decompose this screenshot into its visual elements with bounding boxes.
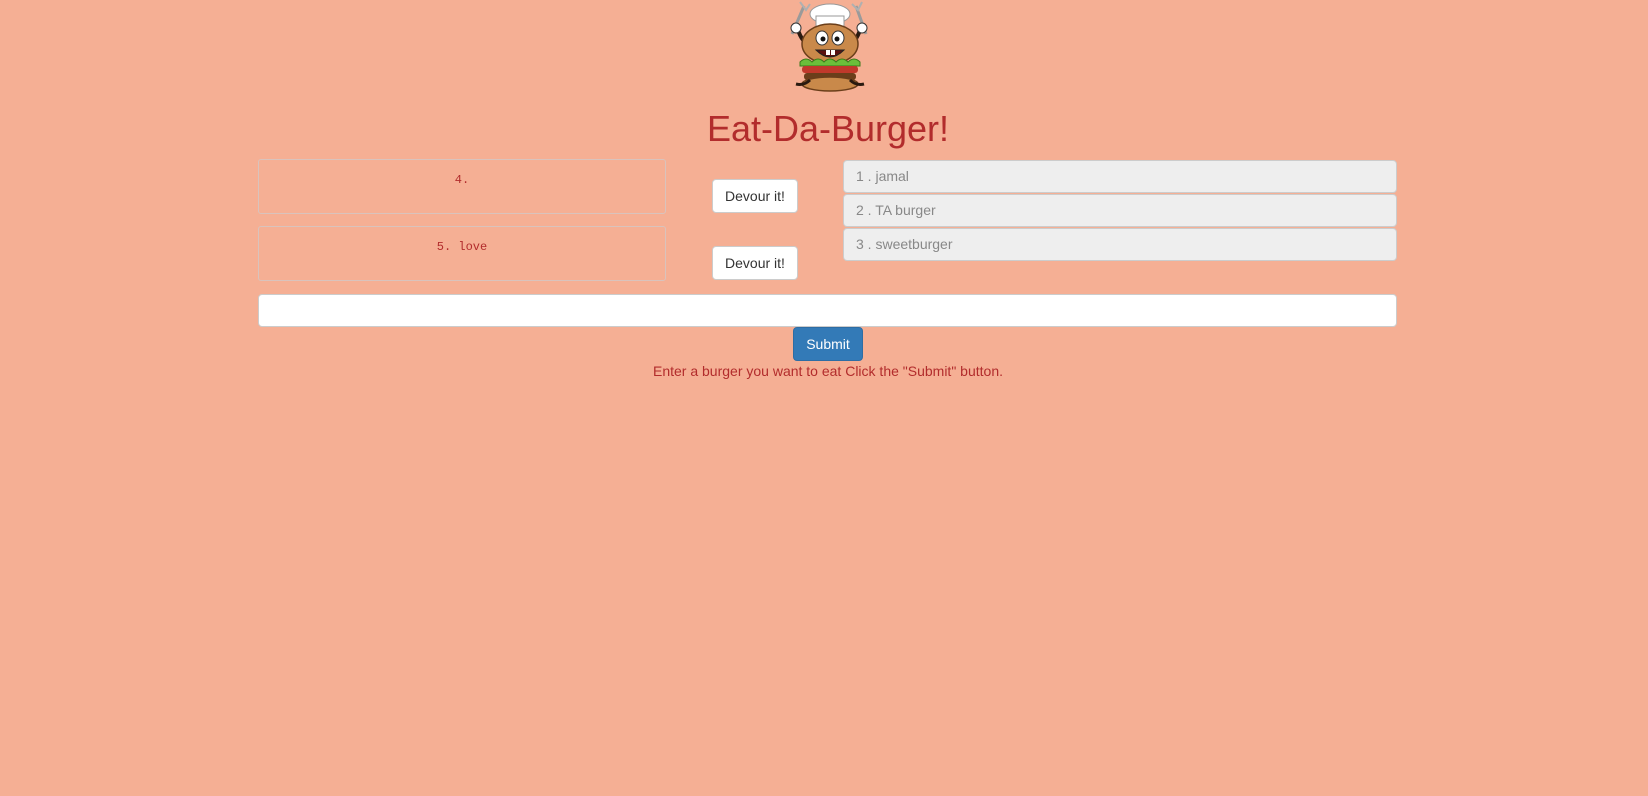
burger-name-input[interactable] xyxy=(258,294,1397,327)
page-title: Eat-Da-Burger! xyxy=(706,108,950,149)
eaten-burger-item: 3 . sweetburger xyxy=(843,228,1397,261)
submit-button[interactable]: Submit xyxy=(793,327,863,361)
uneaten-burger-label: 4. xyxy=(454,173,470,187)
page: Eat-Da-Burger! 4. Devour it! 5. love Dev… xyxy=(0,0,1648,796)
devour-button[interactable]: Devour it! xyxy=(712,246,798,280)
devour-button[interactable]: Devour it! xyxy=(712,179,798,213)
uneaten-burger-item: 4. xyxy=(258,159,666,214)
uneaten-burger-item: 5. love xyxy=(258,226,666,281)
eaten-burger-item: 2 . TA burger xyxy=(843,194,1397,227)
burger-chef-mascot-icon xyxy=(774,0,882,92)
uneaten-burger-label: 5. love xyxy=(436,240,488,254)
eaten-burger-item: 1 . jamal xyxy=(843,160,1397,193)
instructions-text: Enter a burger you want to eat Click the… xyxy=(652,363,1003,379)
